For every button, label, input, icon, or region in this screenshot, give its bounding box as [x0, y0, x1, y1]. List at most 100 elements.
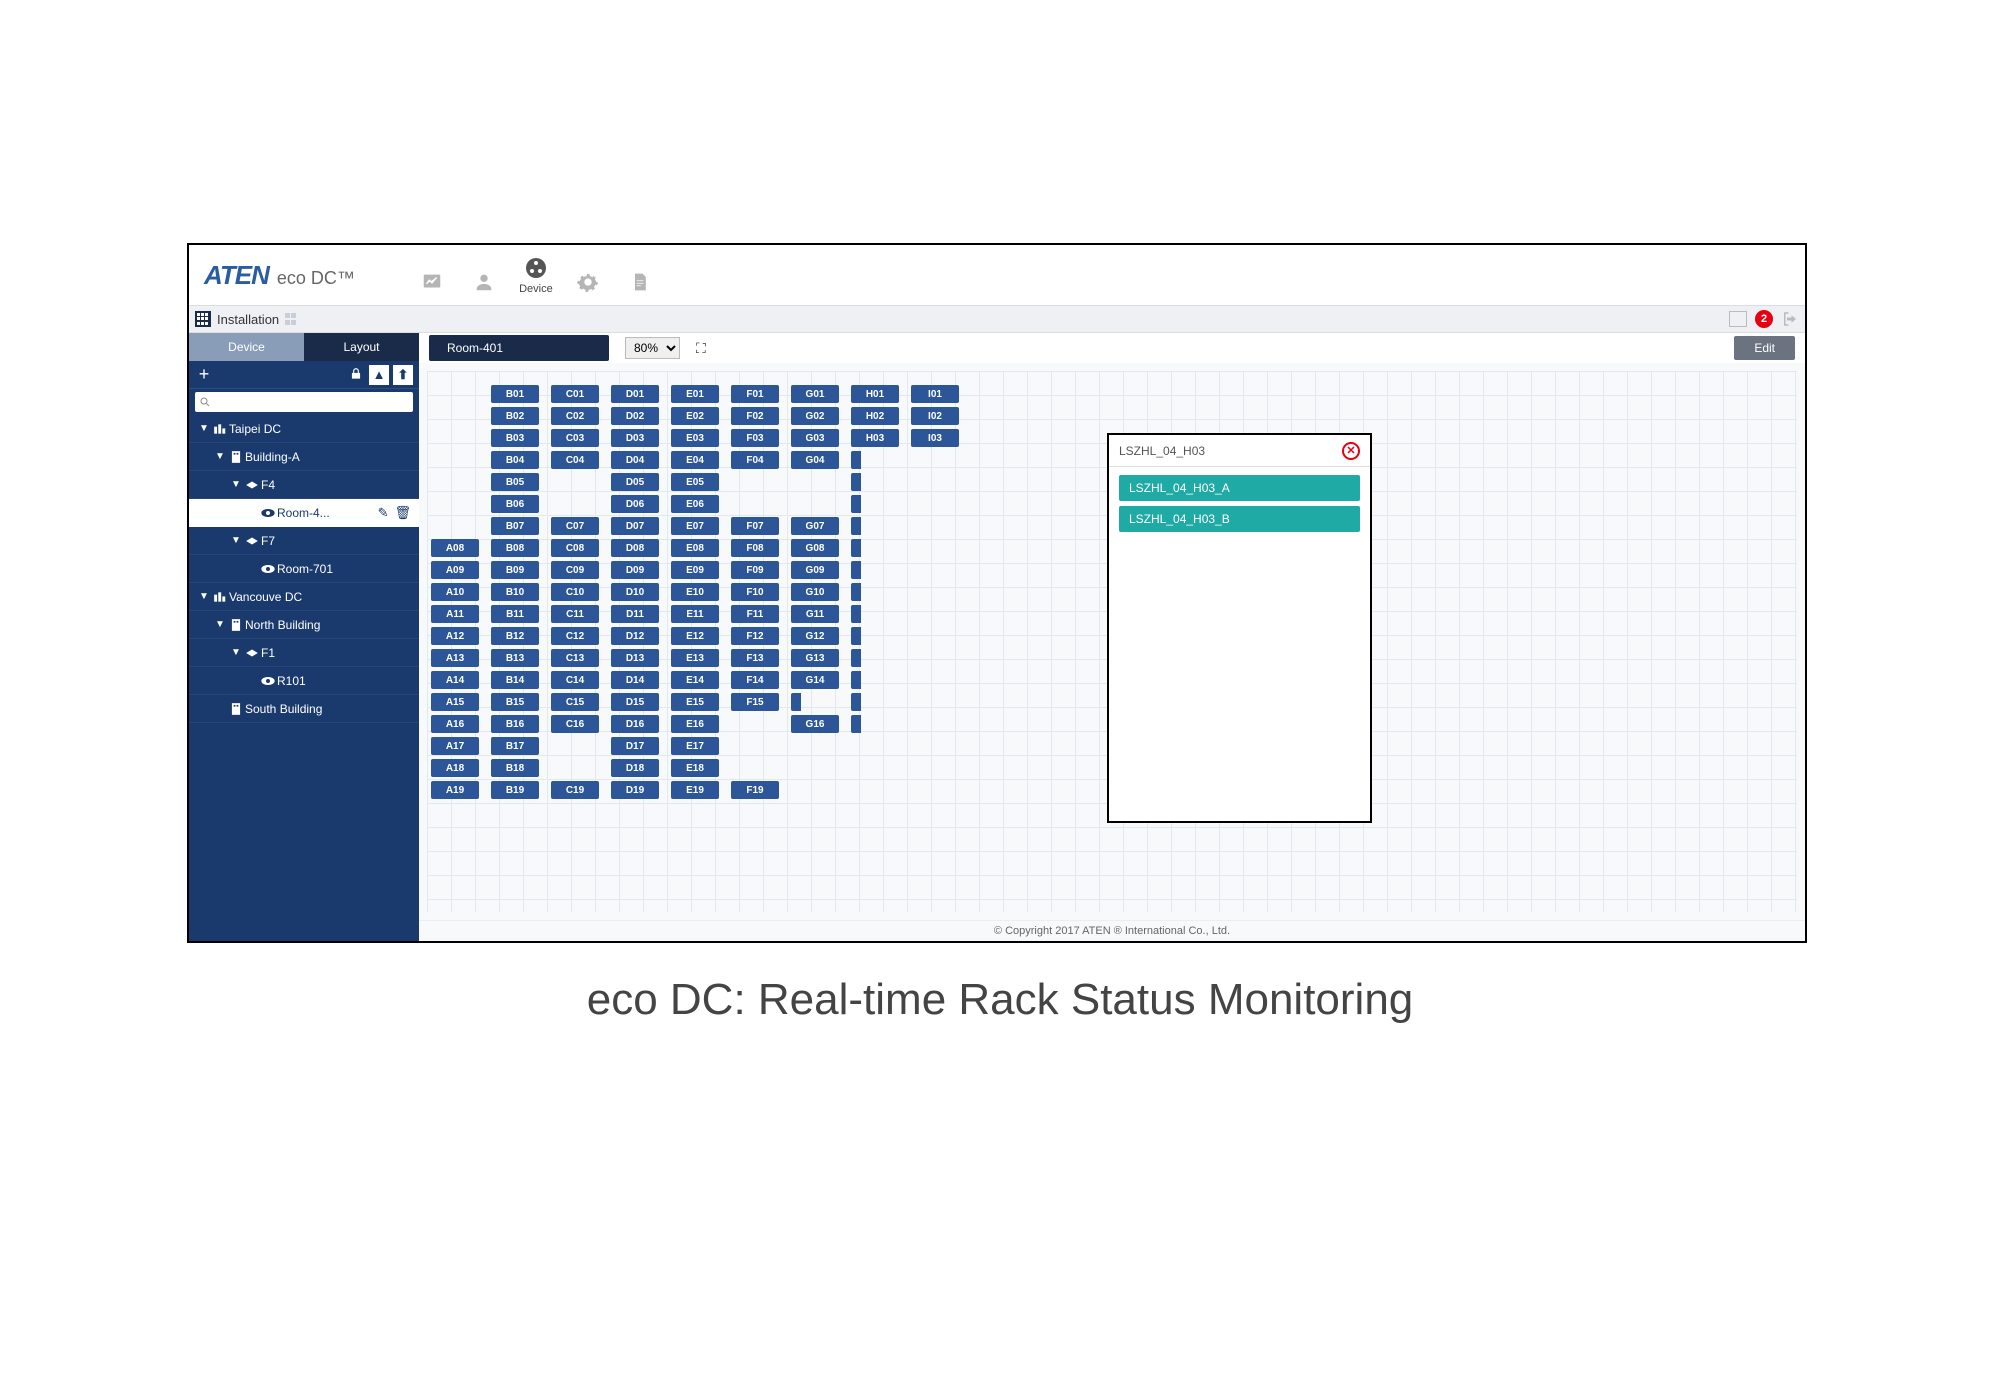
rack-cell[interactable]: C07 — [551, 517, 599, 535]
rack-cell[interactable]: A08 — [431, 539, 479, 557]
edit-icon[interactable]: ✎ — [378, 505, 389, 521]
nav-settings[interactable] — [571, 269, 605, 295]
rack-cell[interactable]: D04 — [611, 451, 659, 469]
zoom-select[interactable]: 80% — [625, 337, 680, 359]
rack-cell[interactable]: D02 — [611, 407, 659, 425]
tree-item[interactable]: ▼North Building — [189, 611, 419, 639]
rack-cell[interactable]: E03 — [671, 429, 719, 447]
close-icon[interactable]: ✕ — [1342, 442, 1360, 460]
rack-cell[interactable]: C15 — [551, 693, 599, 711]
rack-cell[interactable]: G14 — [791, 671, 839, 689]
rack-cell[interactable]: D09 — [611, 561, 659, 579]
tab-device[interactable]: Device — [189, 333, 304, 361]
rack-cell[interactable]: A13 — [431, 649, 479, 667]
rack-cell[interactable]: F15 — [731, 693, 779, 711]
rack-cell[interactable]: C13 — [551, 649, 599, 667]
rack-cell[interactable]: E01 — [671, 385, 719, 403]
rack-cell[interactable]: B01 — [491, 385, 539, 403]
rack-cell[interactable]: D11 — [611, 605, 659, 623]
rack-cell[interactable]: G02 — [791, 407, 839, 425]
rack-cell[interactable]: C14 — [551, 671, 599, 689]
rack-cell[interactable]: G11 — [791, 605, 839, 623]
rack-cell[interactable]: F09 — [731, 561, 779, 579]
rack-cell[interactable]: D19 — [611, 781, 659, 799]
rack-cell[interactable]: G16 — [791, 715, 839, 733]
lock-icon[interactable] — [347, 365, 365, 383]
rack-cell[interactable]: C09 — [551, 561, 599, 579]
tree-item[interactable]: Room-701 — [189, 555, 419, 583]
rack-cell[interactable]: F19 — [731, 781, 779, 799]
logout-icon[interactable] — [1781, 310, 1799, 328]
rack-cell[interactable]: E09 — [671, 561, 719, 579]
rack-cell[interactable]: F13 — [731, 649, 779, 667]
tab-layout[interactable]: Layout — [304, 333, 419, 361]
rack-cell[interactable]: E04 — [671, 451, 719, 469]
rack-cell[interactable]: F02 — [731, 407, 779, 425]
nav-device[interactable]: Device — [519, 255, 553, 295]
rack-cell[interactable]: E06 — [671, 495, 719, 513]
rack-cell[interactable]: D05 — [611, 473, 659, 491]
rack-cell[interactable]: B03 — [491, 429, 539, 447]
rack-cell[interactable]: B07 — [491, 517, 539, 535]
rack-cell[interactable]: C01 — [551, 385, 599, 403]
rack-cell[interactable]: C02 — [551, 407, 599, 425]
rack-cell[interactable]: A18 — [431, 759, 479, 777]
rack-cell[interactable]: E07 — [671, 517, 719, 535]
rack-cell[interactable]: A15 — [431, 693, 479, 711]
rack-cell[interactable]: C10 — [551, 583, 599, 601]
rack-cell[interactable]: A11 — [431, 605, 479, 623]
notification-badge[interactable]: 2 — [1755, 310, 1773, 328]
rack-cell[interactable]: D06 — [611, 495, 659, 513]
popup-item[interactable]: LSZHL_04_H03_A — [1119, 475, 1360, 501]
rack-cell[interactable]: G07 — [791, 517, 839, 535]
rack-cell[interactable]: F03 — [731, 429, 779, 447]
mini-grid-icon[interactable] — [285, 313, 297, 325]
rack-cell[interactable]: E16 — [671, 715, 719, 733]
rack-cell[interactable]: B13 — [491, 649, 539, 667]
rack-cell[interactable]: A14 — [431, 671, 479, 689]
rack-cell[interactable]: D16 — [611, 715, 659, 733]
rack-cell[interactable]: B15 — [491, 693, 539, 711]
rack-cell[interactable]: G09 — [791, 561, 839, 579]
nav-document[interactable] — [623, 269, 657, 295]
rack-cell[interactable]: F12 — [731, 627, 779, 645]
rack-layout-view[interactable]: B01C01D01E01F01G01H01I01B02C02D02E02F02G… — [419, 363, 1805, 920]
tree-item[interactable]: ▼F4 — [189, 471, 419, 499]
rack-cell[interactable]: F08 — [731, 539, 779, 557]
rack-cell[interactable]: G01 — [791, 385, 839, 403]
delete-icon[interactable]: 🗑 — [394, 505, 411, 521]
grid-icon[interactable] — [195, 311, 211, 327]
rack-cell[interactable]: E12 — [671, 627, 719, 645]
rack-cell[interactable]: A19 — [431, 781, 479, 799]
tree-item[interactable]: Room-4...✎🗑 — [189, 499, 419, 527]
rack-cell[interactable]: C04 — [551, 451, 599, 469]
tree-item[interactable]: ▼Vancouve DC — [189, 583, 419, 611]
rack-cell[interactable]: D14 — [611, 671, 659, 689]
tree-item[interactable]: ▼F1 — [189, 639, 419, 667]
rack-cell[interactable]: E05 — [671, 473, 719, 491]
rack-cell[interactable]: F10 — [731, 583, 779, 601]
rack-cell[interactable]: I01 — [911, 385, 959, 403]
rack-cell[interactable]: C08 — [551, 539, 599, 557]
rack-cell[interactable]: D15 — [611, 693, 659, 711]
rack-cell[interactable]: B19 — [491, 781, 539, 799]
rack-cell[interactable]: E13 — [671, 649, 719, 667]
rack-cell[interactable]: A16 — [431, 715, 479, 733]
rack-cell[interactable]: H02 — [851, 407, 899, 425]
edit-button[interactable]: Edit — [1734, 336, 1795, 360]
rack-cell[interactable]: G03 — [791, 429, 839, 447]
rack-cell[interactable]: B06 — [491, 495, 539, 513]
tree-item[interactable]: ▼Building-A — [189, 443, 419, 471]
rack-cell[interactable]: E19 — [671, 781, 719, 799]
rack-cell[interactable]: H03 — [851, 429, 899, 447]
rack-cell[interactable]: C19 — [551, 781, 599, 799]
rack-cell[interactable]: E14 — [671, 671, 719, 689]
rack-cell[interactable]: D10 — [611, 583, 659, 601]
add-icon[interactable]: + — [195, 366, 213, 384]
rack-cell[interactable]: B05 — [491, 473, 539, 491]
popup-item[interactable]: LSZHL_04_H03_B — [1119, 506, 1360, 532]
rack-cell[interactable]: B14 — [491, 671, 539, 689]
rack-cell[interactable]: B10 — [491, 583, 539, 601]
tree-item[interactable]: ▼Taipei DC — [189, 415, 419, 443]
upload-icon[interactable]: ⬆ — [393, 365, 413, 385]
